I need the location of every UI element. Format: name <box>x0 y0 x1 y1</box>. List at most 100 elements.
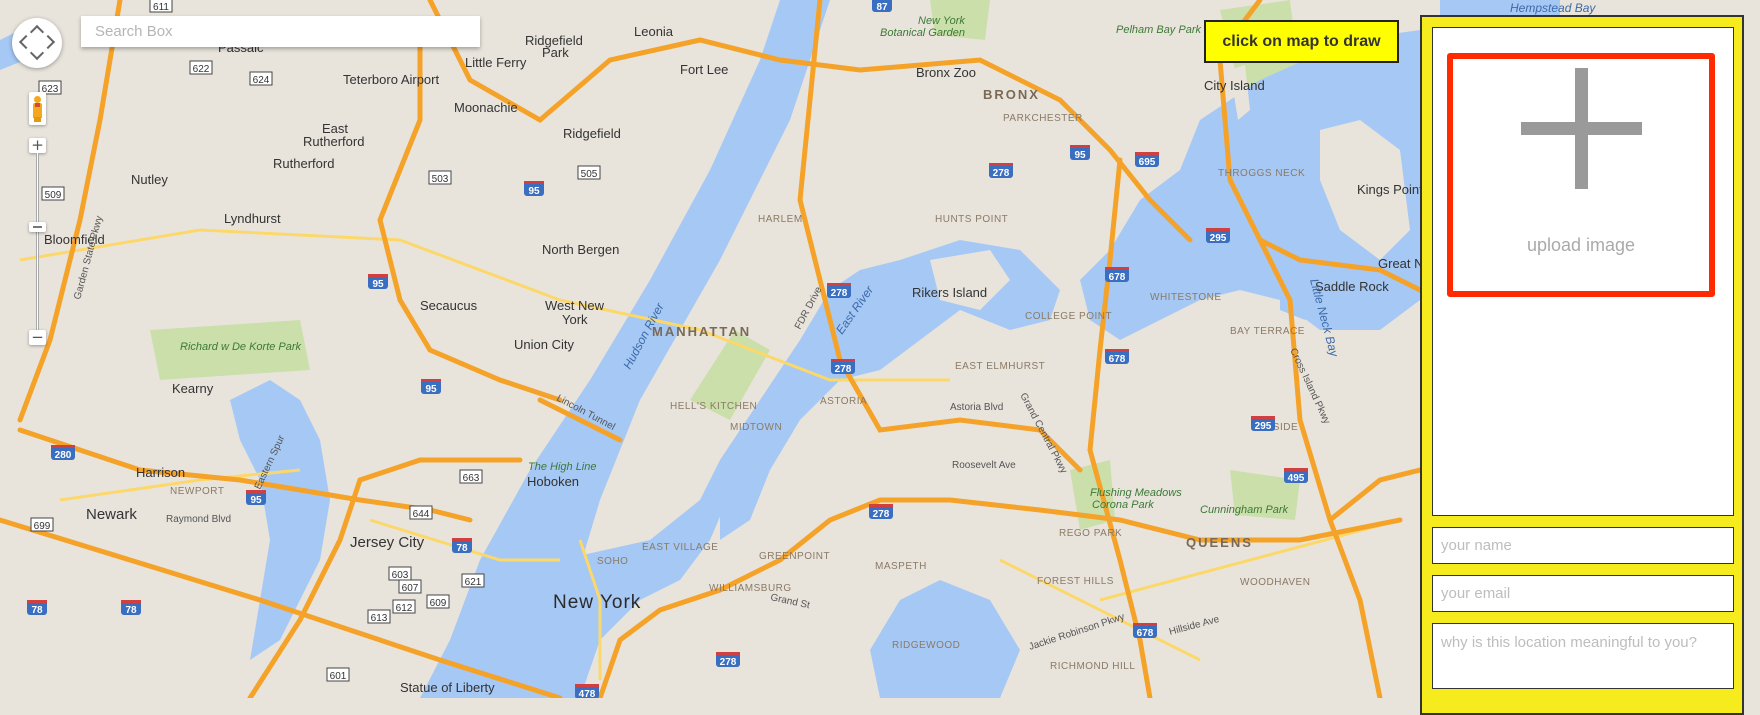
route-663: 663 <box>459 469 483 484</box>
pan-control[interactable] <box>12 18 62 68</box>
svg-text:95: 95 <box>250 495 262 506</box>
svg-text:601: 601 <box>330 671 347 682</box>
label-midtown: MIDTOWN <box>730 422 782 433</box>
svg-text:87: 87 <box>876 2 888 13</box>
label-hempstead-bay: Hempstead Bay <box>1510 1 1596 15</box>
label-queens: QUEENS <box>1186 535 1253 550</box>
svg-text:95: 95 <box>1074 150 1086 161</box>
svg-text:695: 695 <box>1139 157 1156 168</box>
label-astoria: ASTORIA <box>820 396 867 407</box>
image-preview-area: upload image <box>1432 27 1734 516</box>
route-607: 603 <box>388 566 412 581</box>
label-west-new: West New <box>545 298 605 313</box>
label-botanical-1: New York <box>918 15 965 27</box>
svg-text:495: 495 <box>1288 473 1305 484</box>
label-little-ferry: Little Ferry <box>465 55 527 70</box>
route-644: 644 <box>409 505 433 520</box>
route-621: 609 <box>426 594 450 609</box>
label-harlem: HARLEM <box>758 214 803 225</box>
shield-i95-5: 95 <box>1070 145 1090 161</box>
svg-text:612: 612 <box>396 603 413 614</box>
label-rikers-island: Rikers Island <box>912 285 987 300</box>
submission-panel: upload image <box>1420 15 1744 715</box>
shield-i678-2: 678 <box>1105 349 1129 365</box>
label-corona-park: Corona Park <box>1092 499 1154 511</box>
route-622: 622 <box>189 60 213 75</box>
svg-text:295: 295 <box>1210 233 1227 244</box>
label-lyndhurst: Lyndhurst <box>224 211 281 226</box>
shield-i295-2: 295 <box>1251 416 1275 432</box>
route-612: 607 <box>398 579 422 594</box>
label-hunts-point: HUNTS POINT <box>935 214 1008 225</box>
pan-up-icon[interactable] <box>29 24 45 40</box>
plus-icon-horizontal <box>1521 122 1642 135</box>
svg-text:609: 609 <box>430 598 447 609</box>
zoom-out-button[interactable]: − <box>29 330 46 345</box>
email-field[interactable] <box>1432 575 1734 612</box>
label-city-island: City Island <box>1204 78 1265 93</box>
label-bronx: BRONX <box>983 87 1040 102</box>
shield-i495: 495 <box>1284 468 1308 484</box>
label-secaucus: Secaucus <box>420 298 478 313</box>
label-roosevelt-ave: Roosevelt Ave <box>952 460 1016 471</box>
shield-i87: 87 <box>872 0 892 13</box>
label-richmond-hill: RICHMOND HILL <box>1050 661 1135 672</box>
pan-left-icon[interactable] <box>18 34 34 50</box>
click-on-map-to-draw-button[interactable]: click on map to draw <box>1204 20 1399 63</box>
svg-text:478: 478 <box>579 689 596 698</box>
zoom-in-button[interactable]: + <box>29 138 46 153</box>
pegman-scarf <box>35 103 40 107</box>
route-503: 503 <box>428 170 452 185</box>
label-saddle-rock: Saddle Rock <box>1315 279 1389 294</box>
pan-down-icon[interactable] <box>29 45 45 61</box>
svg-text:278: 278 <box>835 364 852 375</box>
route-609: 613 <box>367 609 391 624</box>
label-forest-hills: FOREST HILLS <box>1037 576 1114 587</box>
shield-i78-3: 78 <box>27 600 47 616</box>
pegman-head <box>34 96 41 103</box>
upload-image-button[interactable]: upload image <box>1447 53 1715 297</box>
label-east-elmhurst: EAST ELMHURST <box>955 361 1045 372</box>
shield-i478: 478 <box>575 684 599 698</box>
shield-i78-2: 78 <box>121 600 141 616</box>
label-leonia: Leonia <box>634 24 674 39</box>
svg-text:509: 509 <box>45 190 62 201</box>
svg-text:611: 611 <box>153 2 169 13</box>
svg-text:278: 278 <box>831 288 848 299</box>
shield-i95: 95 <box>368 274 388 290</box>
label-raymond-blvd: Raymond Blvd <box>166 514 231 525</box>
label-hoboken: Hoboken <box>527 474 579 489</box>
zoom-slider-thumb[interactable] <box>29 222 46 233</box>
label-ridgefield: Ridgefield <box>563 126 621 141</box>
label-parkchester: PARKCHESTER <box>1003 113 1083 124</box>
shield-i295: 295 <box>1206 228 1230 244</box>
svg-text:78: 78 <box>456 543 468 554</box>
label-whitestone: WHITESTONE <box>1150 292 1221 303</box>
label-cunningham-park: Cunningham Park <box>1200 504 1289 516</box>
pegman-legs <box>34 117 41 122</box>
street-view-pegman-icon[interactable] <box>29 92 46 125</box>
label-high-line: The High Line <box>528 461 597 473</box>
shield-i95-3: 95 <box>421 379 441 395</box>
why-meaningful-textarea[interactable] <box>1432 623 1734 689</box>
label-harrison: Harrison <box>136 465 185 480</box>
zoom-slider-track[interactable] <box>36 153 39 330</box>
label-kings-point: Kings Point <box>1357 182 1423 197</box>
label-hells-kitchen: HELL'S KITCHEN <box>670 401 757 412</box>
pan-right-icon[interactable] <box>40 34 56 50</box>
label-nutley: Nutley <box>131 172 168 187</box>
svg-text:95: 95 <box>528 186 540 197</box>
shield-i280: 280 <box>51 445 75 461</box>
name-field[interactable] <box>1432 527 1734 564</box>
label-williamsburg: WILLIAMSBURG <box>709 583 792 594</box>
search-input[interactable] <box>81 16 480 47</box>
label-flushing-meadows: Flushing Meadows <box>1090 487 1182 499</box>
label-east-village: EAST VILLAGE <box>642 542 718 553</box>
svg-text:678: 678 <box>1137 628 1154 639</box>
route-611: 611 <box>149 0 173 13</box>
label-statue-of-liberty: Statue of Liberty <box>400 680 495 695</box>
label-west-new-york: York <box>562 312 588 327</box>
svg-text:603: 603 <box>392 570 409 581</box>
label-fort-lee: Fort Lee <box>680 62 728 77</box>
shield-i278-3: 278 <box>989 163 1013 179</box>
